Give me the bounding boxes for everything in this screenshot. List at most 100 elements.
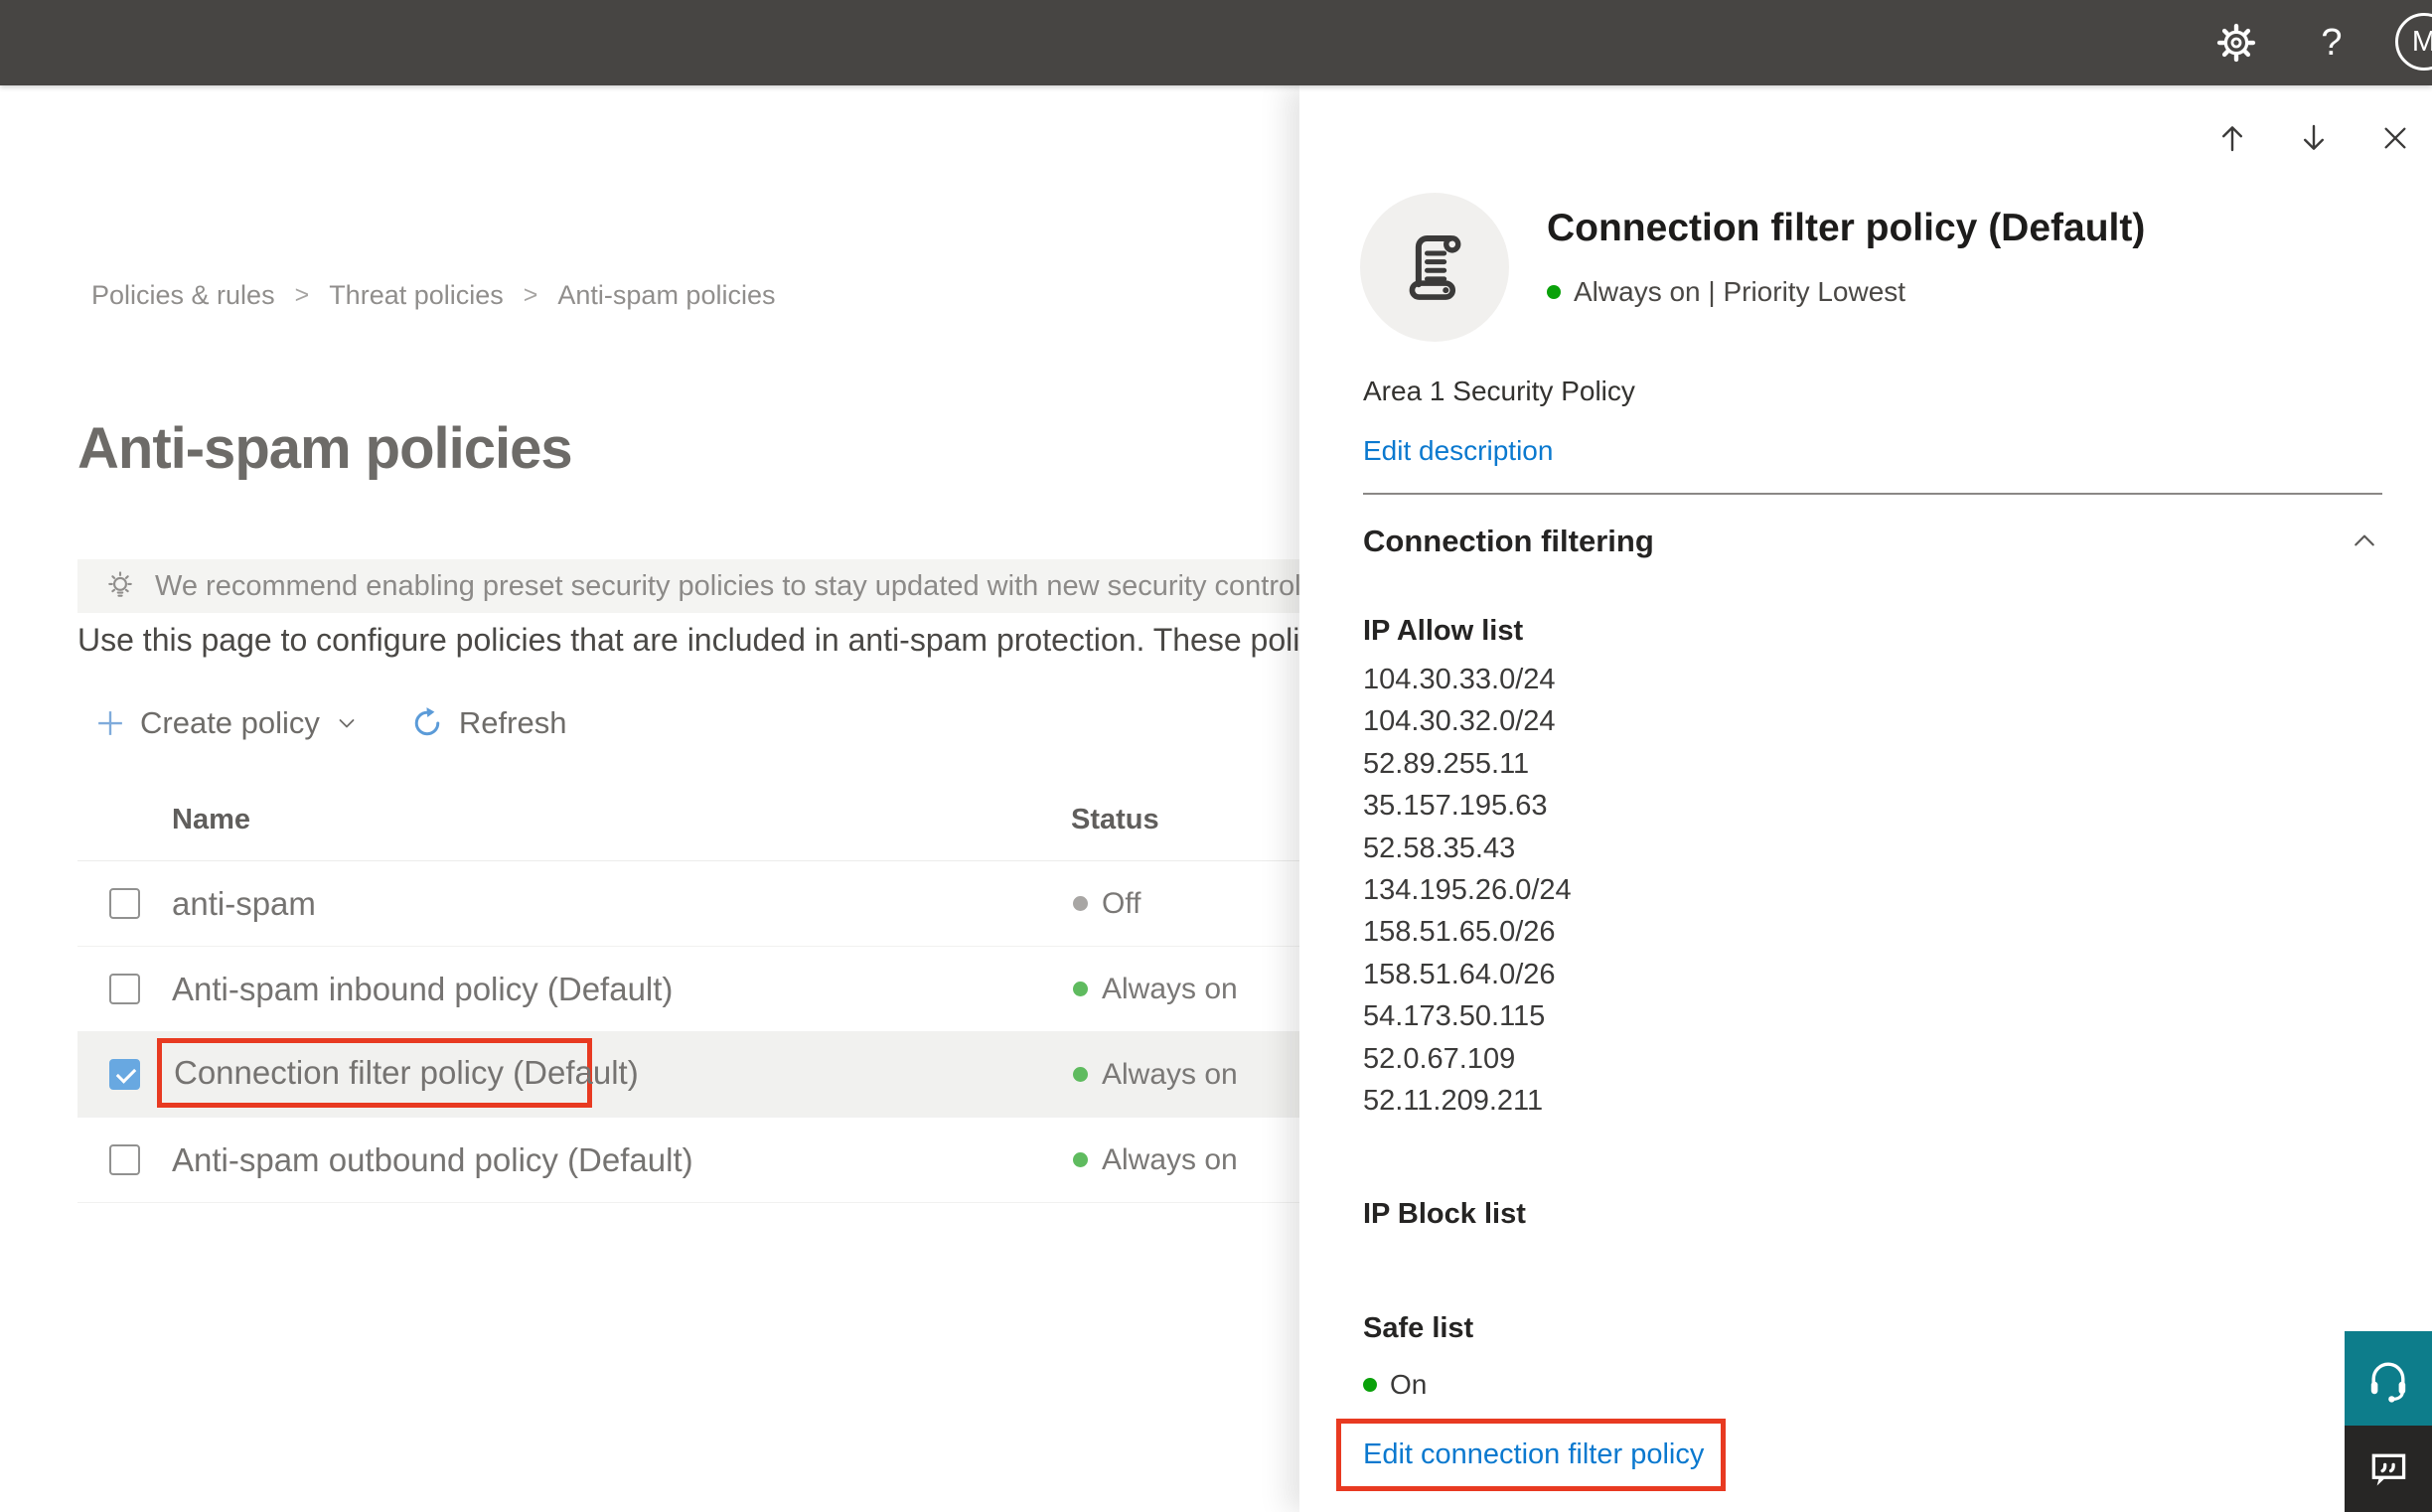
breadcrumb-separator: > [523,281,538,309]
plus-icon [95,708,125,738]
close-icon [2384,127,2406,149]
breadcrumb-policies-rules[interactable]: Policies & rules [91,280,275,311]
lightbulb-icon [103,569,137,603]
annotation-highlight-box: Edit connection filter policy [1336,1419,1726,1491]
status-label: Always on [1102,972,1238,1005]
divider [1363,493,2382,495]
panel-status-line: Always on | Priority Lowest [1547,276,1905,308]
ip-entry: 52.11.209.211 [1363,1085,1544,1118]
status-cell: Always on [1073,1058,1238,1092]
scroll-policy-icon [1392,225,1477,310]
row-checkbox[interactable] [109,1059,140,1090]
policy-details-panel: Connection filter policy (Default) Alway… [1299,85,2432,1512]
create-policy-label: Create policy [140,705,320,740]
account-avatar[interactable]: M [2395,13,2432,71]
status-dot [1073,1152,1088,1167]
status-dot-green [1547,285,1561,299]
annotation-highlight-box: Connection filter policy (Default) [157,1038,639,1108]
status-label: Always on [1102,1057,1238,1091]
ip-entry: 134.195.26.0/24 [1363,874,1572,907]
column-header-status[interactable]: Status [1071,804,1159,836]
status-dot-green [1363,1378,1377,1392]
help-icon: ? [2321,21,2343,64]
recommendation-banner: We recommend enabling preset security po… [77,559,1331,613]
table-row-inbound-policy[interactable]: Anti-spam inbound policy (Default) Alway… [77,947,1331,1032]
breadcrumb-separator: > [294,281,310,309]
breadcrumb-anti-spam-policies: Anti-spam policies [557,280,776,310]
table-row-connection-filter-policy[interactable]: Connection filter policy (Default) Alway… [77,1032,1331,1118]
panel-status-text: Always on | Priority Lowest [1574,276,1906,307]
policy-icon-circle [1360,193,1509,342]
policy-name-link[interactable]: Connection filter policy (Default) [174,1054,639,1092]
top-app-bar: ? M [0,0,2432,85]
safe-list-status: On [1363,1369,1427,1401]
refresh-button[interactable]: Refresh [410,705,567,741]
status-label: Always on [1102,1142,1238,1176]
gear-icon [2215,22,2257,64]
support-button[interactable] [2345,1331,2432,1426]
policy-table: anti-spam Off Anti-spam inbound policy (… [77,861,1331,1203]
collapse-section-button[interactable] [2345,521,2384,560]
close-panel-button[interactable] [2376,119,2414,157]
status-cell: Off [1073,887,1140,921]
chevron-up-icon [2355,534,2374,546]
ip-entry: 52.0.67.109 [1363,1042,1516,1075]
ip-entry: 35.157.195.63 [1363,790,1548,823]
section-title-connection-filtering: Connection filtering [1363,524,1654,558]
status-dot [1073,982,1088,996]
refresh-label: Refresh [458,705,567,740]
status-dot [1073,896,1088,911]
table-row-anti-spam[interactable]: anti-spam Off [77,861,1331,947]
ip-entry: 104.30.33.0/24 [1363,664,1556,695]
feedback-button[interactable] [2345,1426,2432,1512]
arrow-up-icon [2222,126,2242,152]
policy-name-link[interactable]: Anti-spam inbound policy (Default) [172,971,673,1008]
status-dot [1073,1067,1088,1082]
ip-entry: 104.30.32.0/24 [1363,705,1556,738]
column-header-name[interactable]: Name [172,804,250,836]
ip-entry: 54.173.50.115 [1363,1000,1546,1033]
edit-connection-filter-policy-link[interactable]: Edit connection filter policy [1363,1438,1704,1471]
row-checkbox[interactable] [109,974,140,1004]
help-button[interactable]: ? [2307,18,2356,68]
avatar-initial: M [2411,25,2432,58]
previous-item-button[interactable] [2213,119,2251,157]
page-title: Anti-spam policies [77,416,573,481]
policy-name-link[interactable]: anti-spam [172,885,316,923]
ip-allow-list: 104.30.33.0/24 104.30.32.0/24 52.89.255.… [1363,659,1572,1122]
headset-icon [2364,1355,2412,1403]
row-checkbox[interactable] [109,888,140,919]
ip-entry: 52.89.255.11 [1363,747,1530,780]
table-header: Name Status [77,776,1331,861]
create-policy-button[interactable]: Create policy [95,705,359,741]
arrow-down-icon [2304,124,2324,150]
ip-block-list-heading: IP Block list [1363,1198,1526,1230]
safe-list-heading: Safe list [1363,1312,1474,1344]
ip-entry: 52.58.35.43 [1363,832,1516,864]
page-description: Use this page to configure policies that… [77,622,1331,658]
screen: ? M Policies & rules > Threat policies >… [0,0,2432,1512]
row-checkbox[interactable] [109,1144,140,1175]
ip-entry: 158.51.65.0/26 [1363,916,1556,949]
status-cell: Always on [1073,1143,1238,1177]
panel-title: Connection filter policy (Default) [1547,207,2146,249]
chevron-down-icon [335,711,359,735]
policy-description-text: Area 1 Security Policy [1363,376,1635,406]
policy-name-link[interactable]: Anti-spam outbound policy (Default) [172,1141,693,1179]
banner-text: We recommend enabling preset security po… [155,569,1331,602]
settings-button[interactable] [2211,18,2261,68]
next-item-button[interactable] [2295,119,2333,157]
feedback-bubble-icon [2366,1447,2410,1491]
safe-list-status-text: On [1390,1369,1428,1400]
breadcrumb: Policies & rules > Threat policies > Ant… [91,280,775,311]
refresh-icon [410,706,444,740]
panel-nav [2213,119,2414,157]
edit-description-link[interactable]: Edit description [1363,435,1553,467]
ip-allow-list-heading: IP Allow list [1363,615,1524,647]
breadcrumb-threat-policies[interactable]: Threat policies [329,280,504,311]
table-row-outbound-policy[interactable]: Anti-spam outbound policy (Default) Alwa… [77,1118,1331,1203]
toolbar: Create policy Refresh [95,695,566,751]
status-label: Off [1102,886,1141,920]
ip-entry: 158.51.64.0/26 [1363,958,1556,990]
status-cell: Always on [1073,973,1238,1006]
